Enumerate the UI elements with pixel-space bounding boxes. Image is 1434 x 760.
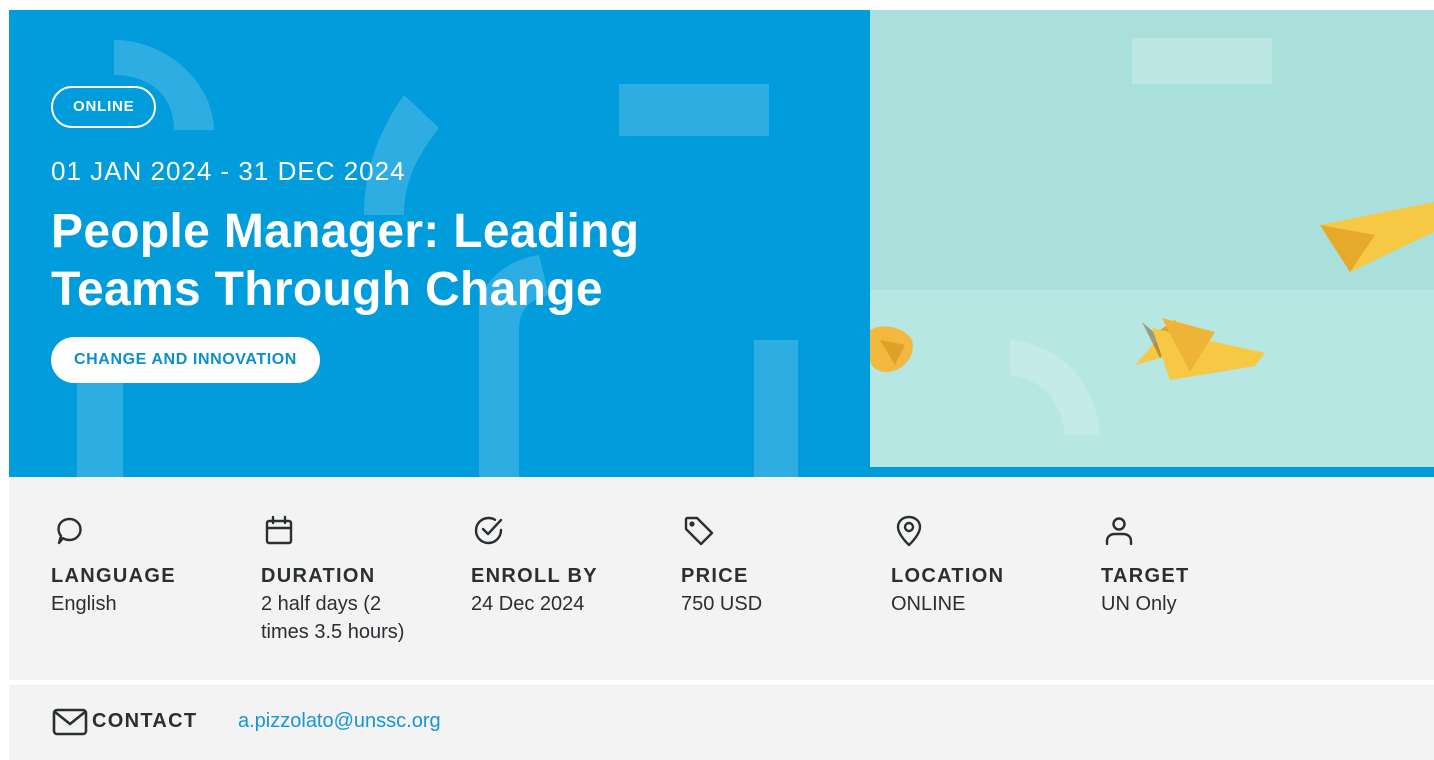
contact-label: CONTACT xyxy=(92,710,198,732)
user-icon xyxy=(1105,517,1133,546)
course-title: People Manager: Leading Teams Through Ch… xyxy=(51,203,841,319)
check-circle-icon xyxy=(474,516,503,545)
info-location: LOCATION ONLINE xyxy=(891,513,1091,618)
info-price: PRICE 750 USD xyxy=(681,513,881,618)
speech-bubble-icon xyxy=(57,517,82,545)
info-duration: DURATION 2 half days (2 times 3.5 hours) xyxy=(261,513,461,646)
hero-photo-paper-planes xyxy=(870,10,1434,467)
contact-strip: CONTACT a.pizzolato@unssc.org xyxy=(9,685,1434,760)
info-label: DURATION xyxy=(261,565,376,587)
paper-planes-illustration xyxy=(870,38,1434,435)
calendar-icon xyxy=(265,515,293,545)
info-value-line-2: times 3.5 hours) xyxy=(261,621,405,643)
course-hero: ONLINE 01 JAN 2024 - 31 DEC 2024 People … xyxy=(9,10,1434,477)
info-value: English xyxy=(51,593,117,615)
course-title-line-2: Teams Through Change xyxy=(51,263,603,316)
info-target: TARGET UN Only xyxy=(1101,513,1301,618)
course-info-strip: LANGUAGE English DURATION 2 half days (2… xyxy=(9,477,1434,680)
price-tag-icon xyxy=(684,516,714,546)
info-enroll-by: ENROLL BY 24 Dec 2024 xyxy=(471,513,671,618)
contact-email-link[interactable]: a.pizzolato@unssc.org xyxy=(238,710,441,733)
info-value: UN Only xyxy=(1101,593,1177,615)
delivery-mode-badge: ONLINE xyxy=(51,86,157,128)
photo-bottom-edge xyxy=(870,467,1434,477)
envelope-icon xyxy=(52,708,88,736)
course-title-line-1: People Manager: Leading xyxy=(51,205,640,258)
info-label: LOCATION xyxy=(891,565,1005,587)
info-value: 2 half days (2 times 3.5 hours) xyxy=(261,590,461,646)
info-language: LANGUAGE English xyxy=(51,513,251,618)
info-value: 24 Dec 2024 xyxy=(471,593,585,615)
location-pin-icon xyxy=(896,515,922,547)
info-label: PRICE xyxy=(681,565,749,587)
info-value: 750 USD xyxy=(681,593,763,615)
info-value-line-1: 2 half days (2 xyxy=(261,593,382,615)
info-label: TARGET xyxy=(1101,565,1190,587)
info-label: LANGUAGE xyxy=(51,565,176,587)
info-value: ONLINE xyxy=(891,593,966,615)
info-label: ENROLL BY xyxy=(471,565,598,587)
course-dates: 01 JAN 2024 - 31 DEC 2024 xyxy=(51,156,406,186)
topic-badge-link[interactable]: CHANGE AND INNOVATION xyxy=(51,337,320,383)
hero-content: ONLINE 01 JAN 2024 - 31 DEC 2024 People … xyxy=(51,86,841,383)
